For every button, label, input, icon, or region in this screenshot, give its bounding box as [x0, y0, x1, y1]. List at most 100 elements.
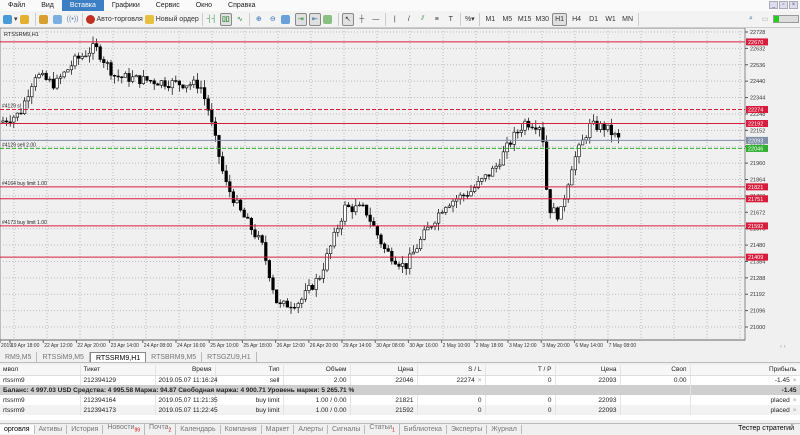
menu-item-1[interactable]: Вид: [33, 0, 62, 11]
strategy-tester-button[interactable]: Тестер стратегий: [734, 424, 794, 433]
bull-candle: [339, 220, 344, 230]
timeframe-m15[interactable]: M15: [517, 13, 533, 26]
bull-candle: [447, 205, 452, 208]
signals-button[interactable]: ((•)): [67, 13, 79, 26]
close-icon[interactable]: ×: [478, 377, 482, 384]
column-header[interactable]: Тип: [215, 365, 284, 376]
tile-windows-button[interactable]: [281, 13, 293, 26]
minimize-button[interactable]: _: [769, 1, 778, 9]
column-header[interactable]: Своп: [620, 365, 691, 376]
chart-tab[interactable]: RTSSiM9,M5: [37, 352, 90, 362]
tab-label: Журнал: [491, 425, 517, 433]
time-tick-label: 26 Apr 20:00: [310, 343, 339, 349]
menu-item-3[interactable]: Графики: [104, 0, 148, 11]
line-chart-button[interactable]: ∿: [234, 13, 246, 26]
terminal-tab[interactable]: Компания: [221, 424, 262, 434]
new-chart-button[interactable]: ▾: [3, 13, 18, 26]
zoom-in-button[interactable]: ⊕: [253, 13, 265, 26]
timeframe-w1[interactable]: W1: [603, 13, 618, 26]
column-header[interactable]: Время: [155, 365, 216, 376]
cell-value: sell: [269, 376, 280, 384]
column-header[interactable]: Цена: [555, 365, 621, 376]
menu-item-0[interactable]: Файл: [0, 0, 33, 11]
column-header[interactable]: T / P: [485, 365, 556, 376]
timeframe-h1[interactable]: H1: [552, 12, 568, 26]
menu-item-6[interactable]: Справка: [220, 0, 263, 11]
timeframe-mn[interactable]: MN: [620, 13, 635, 26]
terminal-tab[interactable]: Эксперты: [447, 424, 488, 434]
timeframe-m30[interactable]: M30: [534, 13, 550, 26]
terminal-tab[interactable]: Журнал: [487, 424, 522, 434]
column-header[interactable]: Тикет: [80, 365, 156, 376]
close-icon[interactable]: ×: [793, 377, 797, 384]
terminal-tab[interactable]: Активы: [35, 424, 68, 434]
terminal-tab[interactable]: орговля: [0, 424, 35, 434]
column-header[interactable]: Цена: [350, 365, 418, 376]
close-icon[interactable]: ×: [793, 397, 797, 404]
close-icon[interactable]: ×: [793, 407, 797, 414]
terminal-tab[interactable]: Новости99: [103, 422, 146, 435]
channel-button[interactable]: ⫽: [417, 13, 429, 26]
search-button[interactable]: ⌕: [745, 13, 757, 26]
vline-button[interactable]: |: [389, 13, 401, 26]
new-order-button[interactable]: Новый ордер: [144, 13, 199, 26]
restore-button[interactable]: ▫: [779, 1, 788, 9]
cell-value: placed: [770, 406, 790, 414]
column-header[interactable]: Прибыль: [690, 365, 800, 376]
table-row[interactable]: rtssrm9 212394173 2019.05.07 11:22:45 buy l…: [0, 405, 800, 415]
candlestick-button[interactable]: ▯▯: [219, 12, 232, 26]
terminal-tab[interactable]: История: [67, 424, 104, 434]
market-watch-button[interactable]: [39, 13, 51, 26]
chart-tab[interactable]: RTSBRM9,M5: [146, 352, 203, 362]
navigator-button[interactable]: [53, 13, 65, 26]
price-tick-label: 21480: [750, 243, 765, 249]
chart-tab[interactable]: RM9,M5: [0, 352, 38, 362]
terminal-tab[interactable]: Статьи1: [365, 422, 400, 435]
profiles-button[interactable]: [20, 13, 32, 26]
price-chart[interactable]: 2272822632225362244022344222482215222056…: [0, 28, 800, 352]
trendline-button[interactable]: /: [403, 13, 415, 26]
chart-tab[interactable]: RTSGZU9,H1: [202, 352, 257, 362]
scroll-arrows[interactable]: ‹ ›: [780, 344, 786, 350]
close-button[interactable]: ×: [789, 1, 798, 9]
crosshair-button[interactable]: ┼: [356, 13, 368, 26]
table-row[interactable]: rtssrm9 212394164 2019.05.07 11:21:35 buy l…: [0, 395, 800, 405]
timeframe-m1[interactable]: M1: [483, 13, 498, 26]
chat-button[interactable]: ▭: [759, 13, 771, 26]
cursor-button[interactable]: ↖: [341, 12, 354, 26]
column-header[interactable]: S / L: [417, 365, 486, 376]
terminal-tab[interactable]: Алерты: [294, 424, 328, 434]
text-button[interactable]: T: [445, 13, 457, 26]
bar-chart-icon: ┤┤: [206, 15, 217, 23]
terminal-tab[interactable]: Почта2: [145, 422, 177, 435]
chart-shift-button[interactable]: ⇤: [308, 12, 321, 26]
price-tick-label: 21672: [750, 210, 765, 216]
column-header[interactable]: мвол: [0, 365, 81, 376]
price-tick-label: 21288: [750, 276, 765, 282]
bull-candle: [505, 142, 509, 153]
zoom-out-button[interactable]: ⊖: [267, 13, 279, 26]
menu-item-4[interactable]: Сервис: [148, 0, 188, 11]
terminal-tab[interactable]: Маркет: [262, 424, 295, 434]
terminal-tab[interactable]: Календарь: [176, 424, 221, 434]
indicators-button[interactable]: [323, 13, 335, 26]
menu-item-2[interactable]: Вставка: [61, 0, 104, 11]
shapes-button[interactable]: %▾: [464, 13, 476, 26]
column-header[interactable]: Объем: [283, 365, 351, 376]
hline-button[interactable]: —: [370, 13, 382, 26]
bear-candle: [465, 195, 470, 197]
chart-canvas[interactable]: 2272822632225362244022344222482215222056…: [0, 28, 800, 352]
table-row[interactable]: rtssrm9 212394129 2019.05.07 11:16:24 sell 2…: [0, 375, 800, 385]
autoscroll-button[interactable]: ⇥: [294, 12, 307, 26]
auto-trading-button[interactable]: Авто-торговля: [85, 13, 143, 26]
timeframe-h4[interactable]: H4: [569, 13, 584, 26]
terminal-tab[interactable]: Сигналы: [328, 424, 366, 434]
timeframe-m5[interactable]: M5: [500, 13, 515, 26]
timeframe-d1[interactable]: D1: [586, 13, 601, 26]
bear-candle: [264, 242, 268, 261]
fibo-button[interactable]: ≡: [431, 13, 443, 26]
bar-chart-button[interactable]: ┤┤: [206, 13, 218, 26]
menu-item-5[interactable]: Окно: [188, 0, 220, 11]
chart-tab[interactable]: RTSSRM9,H1: [89, 352, 147, 362]
terminal-tab[interactable]: Библиотека: [400, 424, 447, 434]
